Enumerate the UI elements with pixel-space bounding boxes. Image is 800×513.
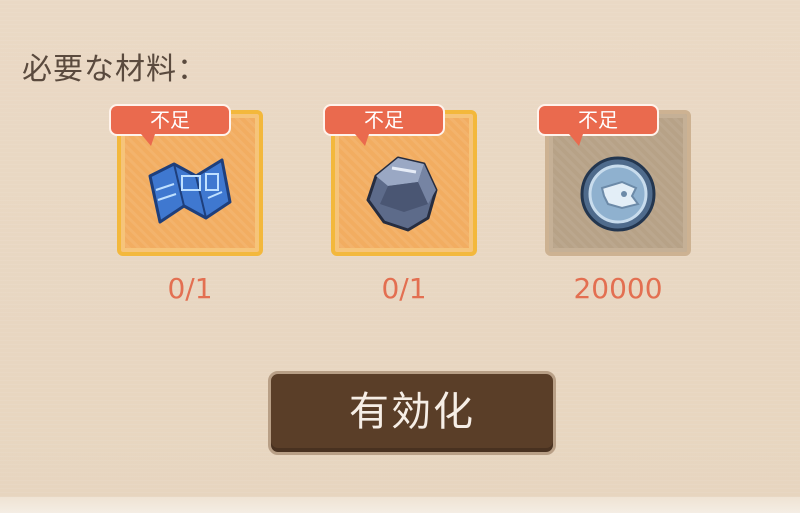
insufficient-badge: 不足 [323,104,445,146]
material-count-blueprint: 0/1 [167,272,213,305]
material-slot-coin[interactable]: 不足 [537,104,693,258]
insufficient-badge: 不足 [109,104,231,146]
materials-title: 必要な材料： [22,52,208,87]
activate-button[interactable]: 有効化 [268,371,556,455]
panel-bottom-edge [0,497,800,513]
silver-coin-icon [580,156,656,232]
material-slot-ore[interactable]: 不足 [323,104,479,258]
material-count-ore: 0/1 [381,272,427,305]
material-count-coin: 20000 [573,272,663,305]
material-slot-blueprint[interactable]: 不足 [109,104,265,258]
blueprint-map-icon [148,158,232,224]
ore-rock-icon [366,156,438,232]
insufficient-badge: 不足 [537,104,659,146]
